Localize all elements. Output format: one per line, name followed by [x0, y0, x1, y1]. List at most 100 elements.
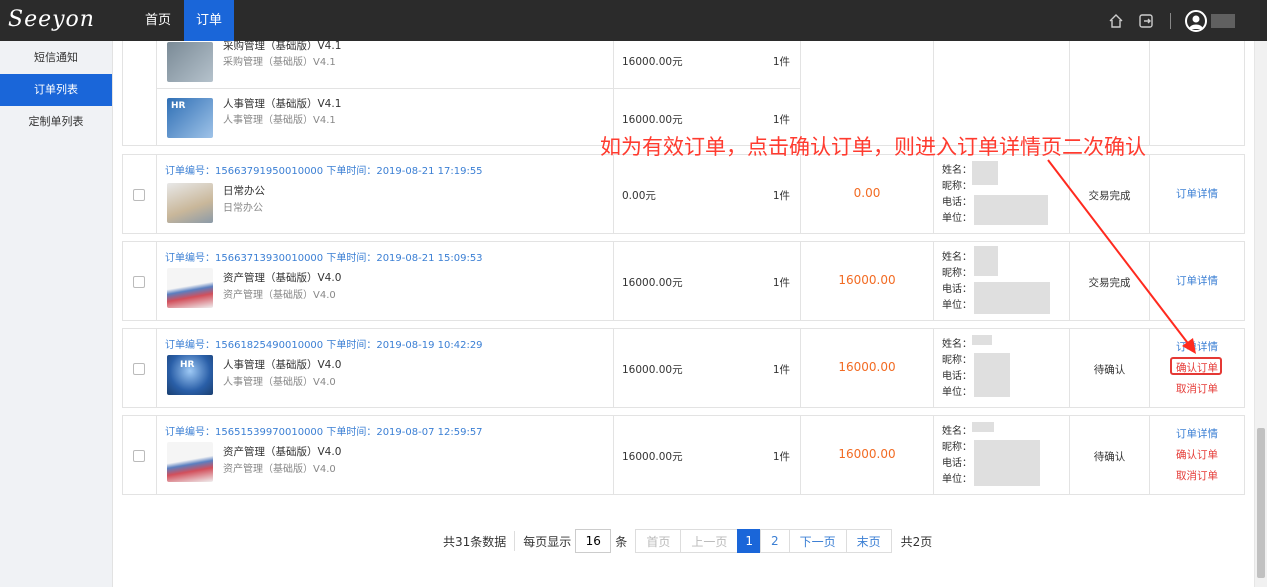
home-icon[interactable]: [1106, 11, 1126, 31]
product-sub: 采购管理（基础版）V4.1: [223, 57, 336, 68]
quantity: 1件: [772, 190, 790, 202]
order-checkbox[interactable]: [133, 450, 145, 462]
product-name[interactable]: 日常办公: [223, 183, 265, 198]
buyer-info: 姓名： 昵称： 电话： 单位：: [934, 329, 1070, 407]
divider: [1170, 12, 1171, 29]
order-detail-link[interactable]: 订单详情: [1150, 186, 1244, 201]
page-count: 共2页: [900, 534, 933, 549]
pagination: 共31条数据 每页显示 条 首页 上一页 1 2 下一页 末页 共2页: [443, 529, 932, 553]
buyer-name-label: 姓名：: [942, 252, 972, 263]
order-total: 0.00: [853, 186, 881, 200]
buyer-unit-label: 单位：: [942, 213, 972, 224]
quantity: 1件: [772, 364, 790, 376]
order-card: 订单编号：15663713930010000 下单时间：2019-08-21 1…: [122, 241, 1245, 321]
confirm-order-link[interactable]: 确认订单: [1150, 360, 1244, 375]
order-card: 订单编号：15663791950010000 下单时间：2019-08-21 1…: [122, 154, 1245, 234]
sidebar: 短信通知 订单列表 定制单列表: [0, 41, 113, 587]
blurred-info: [974, 195, 1048, 225]
order-total: 16000.00: [838, 360, 896, 374]
nav-order[interactable]: 订单: [184, 0, 235, 41]
page-1-button[interactable]: 1: [737, 529, 761, 553]
blurred-info: [972, 335, 992, 345]
cancel-order-link[interactable]: 取消订单: [1150, 468, 1244, 483]
blurred-info: [974, 282, 1050, 314]
buyer-name-label: 姓名：: [942, 165, 972, 176]
cancel-order-link[interactable]: 取消订单: [1150, 381, 1244, 396]
buyer-nick-label: 昵称：: [942, 355, 972, 366]
unit-price: 16000.00元: [622, 277, 683, 289]
order-detail-link[interactable]: 订单详情: [1150, 339, 1244, 354]
product-name[interactable]: 资产管理（基础版）V4.0: [223, 444, 341, 459]
sidebar-item-custom-orders[interactable]: 定制单列表: [0, 106, 112, 138]
sidebar-item-order-list[interactable]: 订单列表: [0, 74, 112, 106]
product-sub: 资产管理（基础版）V4.0: [223, 464, 336, 475]
order-status: 交易完成: [1088, 190, 1131, 202]
top-bar: Seeyon 首页 订单: [0, 0, 1267, 41]
product-name: 人事管理（基础版）V4.1: [223, 98, 342, 110]
product-thumbnail: [167, 442, 213, 482]
per-page-input[interactable]: [575, 529, 612, 553]
blurred-info: [974, 246, 998, 276]
nav-home[interactable]: 首页: [133, 0, 183, 41]
buyer-name-label: 姓名：: [942, 426, 972, 437]
product-name[interactable]: 人事管理（基础版）V4.0: [223, 357, 341, 372]
unit-price: 16000.00元: [622, 56, 683, 68]
logout-icon[interactable]: [1136, 11, 1156, 31]
buyer-name-label: 姓名：: [942, 339, 972, 350]
buyer-unit-label: 单位：: [942, 387, 972, 398]
order-checkbox[interactable]: [133, 189, 145, 201]
order-detail-link[interactable]: 订单详情: [1150, 426, 1244, 441]
prev-page-button[interactable]: 上一页: [680, 529, 739, 553]
product-sub: 人事管理（基础版）V4.1: [223, 115, 336, 126]
product-name[interactable]: 资产管理（基础版）V4.0: [223, 270, 341, 285]
user-avatar-icon[interactable]: [1185, 9, 1207, 32]
buyer-nick-label: 昵称：: [942, 442, 972, 453]
confirm-order-link[interactable]: 确认订单: [1150, 447, 1244, 462]
scrollbar-thumb[interactable]: [1257, 428, 1265, 578]
first-page-button[interactable]: 首页: [635, 529, 682, 553]
per-page-label: 每页显示: [523, 534, 572, 549]
order-status: 交易完成: [1088, 277, 1131, 289]
quantity: 1件: [772, 451, 790, 463]
order-card: 订单编号：15651539970010000 下单时间：2019-08-07 1…: [122, 415, 1245, 495]
unit-price: 16000.00元: [622, 364, 683, 376]
price-cell: 16000.00元 1件 16000.00元 1件: [614, 41, 801, 145]
product-thumbnail: [167, 183, 213, 223]
buyer-info: 姓名： 昵称： 电话： 单位：: [934, 416, 1070, 494]
product-sub: 日常办公: [223, 203, 263, 214]
total-count: 共31条数据: [443, 534, 507, 549]
buyer-phone-label: 电话：: [942, 284, 972, 295]
product-thumbnail: HR: [167, 98, 213, 138]
last-page-button[interactable]: 末页: [845, 529, 892, 553]
quantity: 1件: [772, 277, 790, 289]
seeyon-logo[interactable]: Seeyon: [8, 7, 95, 32]
product-thumbnail: HR: [167, 355, 213, 395]
order-status: 待确认: [1093, 451, 1126, 463]
blurred-info: [974, 353, 1010, 397]
order-header: 订单编号：15651539970010000 下单时间：2019-08-07 1…: [165, 427, 483, 438]
order-header: 订单编号：15661825490010000 下单时间：2019-08-19 1…: [165, 340, 483, 351]
annotation-callout: 如为有效订单，点击确认订单，则进入订单详情页二次确认: [600, 135, 1146, 159]
blurred-info: [972, 161, 998, 185]
next-page-button[interactable]: 下一页: [788, 529, 847, 553]
sidebar-item-sms[interactable]: 短信通知: [0, 42, 112, 74]
order-detail-link[interactable]: 订单详情: [1150, 273, 1244, 288]
page-2-button[interactable]: 2: [759, 529, 790, 553]
buyer-info: 姓名： 昵称： 电话： 单位：: [934, 155, 1070, 233]
product-thumbnail: [167, 268, 213, 308]
blurred-info: [974, 440, 1040, 486]
order-card: 订单编号：15661825490010000 下单时间：2019-08-19 1…: [122, 328, 1245, 408]
quantity: 1件: [772, 114, 790, 126]
buyer-unit-label: 单位：: [942, 300, 972, 311]
vertical-scrollbar[interactable]: [1254, 41, 1267, 587]
product-cell: 采购管理（基础版）V4.1 采购管理（基础版）V4.1 HR 人事管理（基础版）…: [157, 41, 614, 145]
username-blurred: [1211, 13, 1235, 28]
order-checkbox[interactable]: [133, 276, 145, 288]
product-sub: 人事管理（基础版）V4.0: [223, 377, 336, 388]
per-page-unit: 条: [615, 534, 628, 549]
order-checkbox[interactable]: [133, 363, 145, 375]
buyer-phone-label: 电话：: [942, 197, 972, 208]
order-total: 16000.00: [838, 273, 896, 287]
order-total: 16000.00: [838, 447, 896, 461]
quantity: 1件: [772, 56, 790, 68]
